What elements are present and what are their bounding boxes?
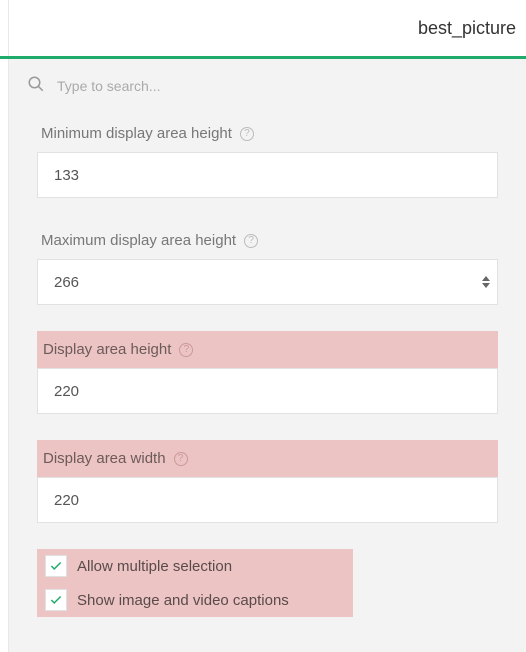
help-icon[interactable]: ? bbox=[174, 452, 188, 466]
field-max-height: Maximum display area height ? bbox=[37, 224, 498, 305]
field-min-height: Minimum display area height ? bbox=[37, 117, 498, 198]
help-icon[interactable]: ? bbox=[240, 127, 254, 141]
page-title: best_picture bbox=[418, 18, 516, 39]
help-icon[interactable]: ? bbox=[244, 234, 258, 248]
check-icon bbox=[49, 559, 63, 573]
area-width-label-text: Display area width bbox=[43, 450, 166, 467]
checkbox[interactable] bbox=[45, 589, 67, 611]
help-icon[interactable]: ? bbox=[179, 343, 193, 357]
check-allow-multiple[interactable]: Allow multiple selection bbox=[37, 549, 353, 583]
check-show-captions[interactable]: Show image and video captions bbox=[37, 583, 353, 617]
check-icon bbox=[49, 593, 63, 607]
min-height-label-text: Minimum display area height bbox=[41, 125, 232, 142]
area-width-input[interactable] bbox=[37, 477, 498, 523]
min-height-input[interactable] bbox=[37, 152, 498, 198]
search-input[interactable] bbox=[57, 78, 508, 94]
area-height-input[interactable] bbox=[37, 368, 498, 414]
number-stepper[interactable] bbox=[482, 276, 490, 288]
checkbox[interactable] bbox=[45, 555, 67, 577]
chevron-down-icon[interactable] bbox=[482, 283, 490, 288]
chevron-up-icon[interactable] bbox=[482, 276, 490, 281]
field-area-height: Display area height ? bbox=[37, 331, 498, 414]
max-height-label: Maximum display area height ? bbox=[37, 224, 498, 259]
check-captions-label: Show image and video captions bbox=[77, 592, 289, 609]
search-row bbox=[9, 59, 526, 113]
area-height-label: Display area height ? bbox=[37, 331, 498, 368]
search-icon bbox=[27, 75, 45, 98]
field-area-width: Display area width ? bbox=[37, 440, 498, 523]
max-height-label-text: Maximum display area height bbox=[41, 232, 236, 249]
max-height-input[interactable] bbox=[37, 259, 498, 305]
min-height-label: Minimum display area height ? bbox=[37, 117, 498, 152]
check-multi-label: Allow multiple selection bbox=[77, 558, 232, 575]
area-width-label: Display area width ? bbox=[37, 440, 498, 477]
area-height-label-text: Display area height bbox=[43, 341, 171, 358]
